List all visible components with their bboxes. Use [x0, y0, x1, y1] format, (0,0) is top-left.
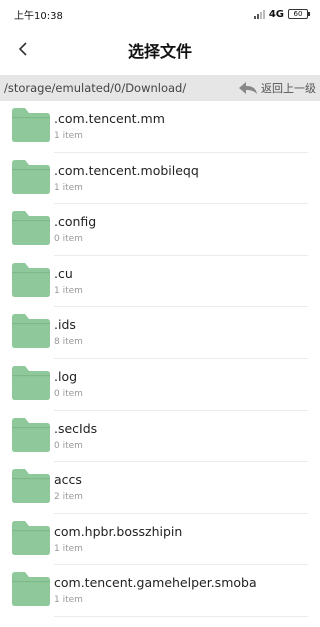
folder-row[interactable]: .com.tencent.mobileqq 1 item	[0, 153, 320, 205]
folder-icon	[12, 365, 50, 400]
folder-name: com.tencent.gamehelper.smoba	[54, 575, 257, 591]
network-type: 4G	[268, 8, 284, 20]
folder-row[interactable]: com.tencent.gamehelper.smoba 1 item	[0, 565, 320, 617]
folder-item-count: 1 item	[54, 595, 83, 606]
status-time: 上午10:38	[14, 10, 63, 22]
folder-row[interactable]: .config 0 item	[0, 204, 320, 256]
title-bar: 选择文件	[0, 28, 320, 72]
folder-icon	[12, 572, 50, 607]
folder-icon	[12, 159, 50, 194]
folder-name: accs	[54, 472, 82, 488]
folder-row[interactable]: accs 2 item	[0, 462, 320, 514]
folder-icon	[12, 262, 50, 297]
folder-item-count: 0 item	[54, 234, 83, 245]
folder-name: .secIds	[54, 420, 98, 436]
folder-row[interactable]: .secIds 0 item	[0, 411, 320, 463]
folder-item-count: 0 item	[54, 440, 83, 451]
folder-item-count: 1 item	[54, 131, 83, 141]
status-bar: 上午10:38 4G 60	[0, 0, 320, 28]
folder-item-count: 0 item	[54, 388, 83, 399]
page-title: 选择文件	[127, 42, 192, 61]
folder-item-count: 2 item	[54, 492, 83, 503]
folder-name: .cu	[54, 265, 73, 281]
folder-item-count: 8 item	[54, 337, 83, 348]
undo-arrow-icon	[239, 82, 257, 94]
back-button[interactable]	[8, 34, 38, 64]
folder-icon	[12, 417, 50, 452]
folder-name: .com.tencent.mm	[54, 111, 165, 126]
folder-name: .log	[54, 368, 78, 384]
folder-row[interactable]: .com.tencent.mm 1 item	[0, 101, 320, 153]
path-bar: /storage/emulated/0/Download/ 返回上一级	[0, 75, 320, 101]
folder-icon	[12, 520, 50, 555]
folder-row[interactable]: .log 0 item	[0, 359, 320, 411]
row-divider	[54, 615, 308, 617]
folder-icon	[12, 108, 50, 142]
folder-row[interactable]: .cu 1 item	[0, 256, 320, 308]
file-list: .com.tencent.mm 1 item .com.tencent.mobile…	[0, 101, 320, 617]
chevron-left-icon	[18, 42, 27, 56]
folder-item-count: 1 item	[54, 285, 83, 296]
folder-icon	[12, 469, 50, 504]
go-up-button[interactable]: 返回上一级	[237, 80, 316, 96]
status-indicators: 4G 60	[253, 8, 310, 20]
folder-row[interactable]: com.hpbr.bosszhipin 1 item	[0, 514, 320, 566]
folder-item-count: 1 item	[54, 182, 83, 193]
folder-name: com.hpbr.bosszhipin	[54, 523, 183, 539]
folder-icon	[12, 211, 50, 246]
go-up-label: 返回上一级	[261, 82, 316, 95]
battery-icon: 60	[288, 9, 310, 19]
signal-icon	[253, 9, 265, 19]
folder-row[interactable]: .ids 8 item	[0, 307, 320, 359]
folder-name: .config	[54, 214, 97, 230]
current-path: /storage/emulated/0/Download/	[4, 81, 187, 95]
folder-item-count: 1 item	[54, 543, 83, 554]
folder-name: .ids	[54, 317, 76, 333]
folder-icon	[12, 314, 50, 349]
folder-name: .com.tencent.mobileqq	[54, 162, 199, 178]
